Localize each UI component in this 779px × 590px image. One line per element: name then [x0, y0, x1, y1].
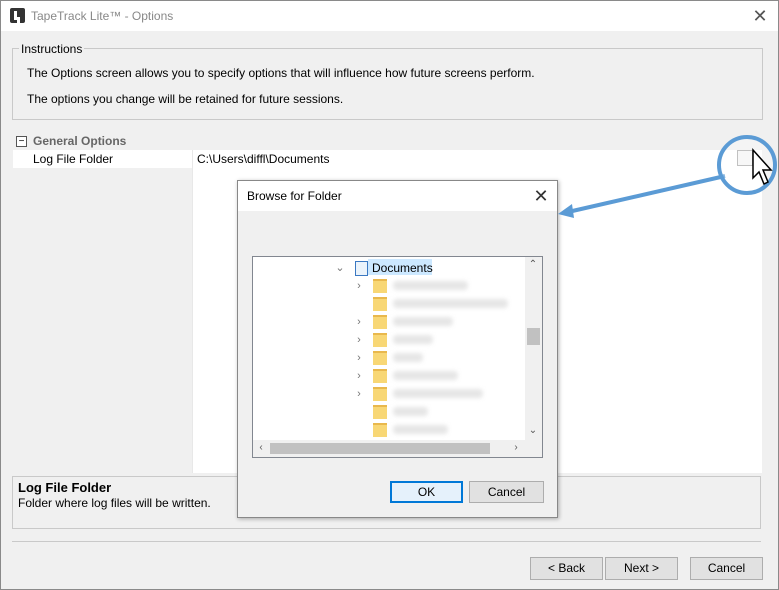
- tree-item-label: Documents: [372, 261, 433, 275]
- property-name: Log File Folder: [33, 152, 114, 166]
- folder-icon: [373, 351, 387, 365]
- dialog-cancel-button[interactable]: Cancel: [469, 481, 544, 503]
- vertical-scrollbar[interactable]: ⌃ ⌄: [525, 257, 542, 440]
- tree-item[interactable]: [253, 295, 525, 313]
- browse-ellipsis-button[interactable]: [737, 150, 753, 166]
- blurred-label: [393, 353, 423, 362]
- category-row-general-options[interactable]: − General Options: [13, 133, 762, 150]
- blurred-label: [393, 299, 508, 308]
- scroll-right-icon[interactable]: ›: [510, 442, 522, 453]
- chevron-right-icon[interactable]: ›: [354, 317, 364, 328]
- tree-item[interactable]: ›: [253, 385, 525, 403]
- tree-item[interactable]: ›: [253, 313, 525, 331]
- tree-item[interactable]: ›: [253, 349, 525, 367]
- instructions-legend: Instructions: [19, 42, 85, 56]
- blurred-label: [393, 371, 458, 380]
- blurred-label: [393, 317, 453, 326]
- property-row-log-file-folder[interactable]: Log File Folder C:\Users\diffl\Documents: [13, 150, 762, 168]
- tree-item[interactable]: [253, 421, 525, 439]
- tree-item[interactable]: ›: [253, 277, 525, 295]
- folder-icon: [373, 387, 387, 401]
- folder-icon: [373, 369, 387, 383]
- folder-icon: [373, 405, 387, 419]
- instructions-group: [12, 48, 763, 120]
- window-title: TapeTrack Lite™ - Options: [31, 9, 174, 23]
- scroll-left-icon[interactable]: ‹: [255, 442, 267, 453]
- folder-icon: [373, 315, 387, 329]
- description-text: Folder where log files will be written.: [18, 496, 211, 510]
- blurred-label: [393, 407, 428, 416]
- documents-folder-icon: [355, 261, 368, 276]
- scroll-up-icon[interactable]: ⌃: [527, 259, 539, 270]
- scroll-down-icon[interactable]: ⌄: [527, 425, 539, 436]
- scrollbar-corner: [525, 440, 542, 457]
- folder-icon: [373, 297, 387, 311]
- chevron-right-icon[interactable]: ›: [354, 371, 364, 382]
- blurred-label: [393, 335, 433, 344]
- dialog-close-icon[interactable]: ✕: [530, 185, 552, 207]
- folder-icon: [373, 333, 387, 347]
- back-button[interactable]: < Back: [530, 557, 603, 580]
- blurred-label: [393, 389, 483, 398]
- grid-column-divider: [192, 150, 193, 473]
- horizontal-scrollbar[interactable]: ‹ ›: [253, 440, 525, 457]
- dialog-title-bar: Browse for Folder ✕: [238, 181, 557, 211]
- horizontal-scroll-thumb[interactable]: [270, 443, 490, 454]
- property-value[interactable]: C:\Users\diffl\Documents: [197, 152, 330, 166]
- tree-item-documents[interactable]: ⌄ Documents: [253, 257, 525, 276]
- chevron-right-icon[interactable]: ›: [354, 335, 364, 346]
- close-icon[interactable]: ✕: [749, 5, 771, 27]
- instructions-line-2: The options you change will be retained …: [27, 92, 344, 106]
- description-title: Log File Folder: [18, 480, 112, 495]
- chevron-right-icon[interactable]: ›: [354, 281, 364, 292]
- blurred-label: [393, 281, 468, 290]
- category-label: General Options: [33, 134, 127, 148]
- divider: [12, 541, 761, 542]
- tree-item[interactable]: ›: [253, 331, 525, 349]
- browse-folder-dialog: Browse for Folder ✕ ⌄ Documents › › › › …: [237, 180, 558, 518]
- ok-button[interactable]: OK: [390, 481, 463, 503]
- chevron-right-icon[interactable]: ›: [354, 389, 364, 400]
- tree-item[interactable]: [253, 403, 525, 421]
- chevron-down-icon[interactable]: ⌄: [335, 263, 345, 274]
- cancel-button[interactable]: Cancel: [690, 557, 763, 580]
- folder-icon: [373, 423, 387, 437]
- folder-tree[interactable]: ⌄ Documents › › › › › › ⌃ ⌄ ‹ ›: [252, 256, 543, 458]
- collapse-icon[interactable]: −: [16, 136, 27, 147]
- vertical-scroll-thumb[interactable]: [527, 328, 540, 345]
- dialog-title: Browse for Folder: [247, 189, 342, 203]
- instructions-line-1: The Options screen allows you to specify…: [27, 66, 535, 80]
- folder-icon: [373, 279, 387, 293]
- title-bar: TapeTrack Lite™ - Options ✕: [1, 1, 778, 31]
- tapetrack-logo-icon: [10, 8, 25, 23]
- next-button[interactable]: Next >: [605, 557, 678, 580]
- grid-name-column: [13, 168, 192, 473]
- tree-item[interactable]: ›: [253, 367, 525, 385]
- blurred-label: [393, 425, 448, 434]
- chevron-right-icon[interactable]: ›: [354, 353, 364, 364]
